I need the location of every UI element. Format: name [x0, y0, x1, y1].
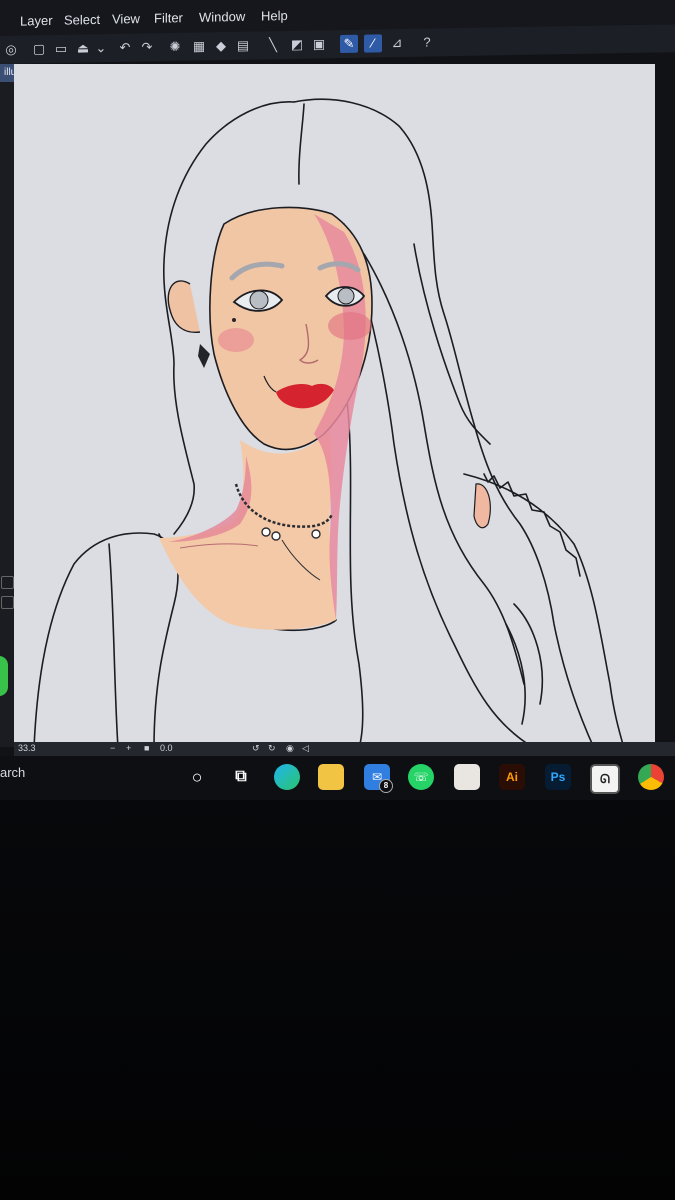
- monitor-bezel-below: [0, 800, 675, 1200]
- photoshop-icon[interactable]: Ps: [545, 764, 571, 790]
- help-icon[interactable]: ?: [418, 33, 436, 51]
- menu-select[interactable]: Select: [64, 12, 100, 28]
- menu-view[interactable]: View: [112, 11, 140, 27]
- cortana-icon[interactable]: ○: [184, 764, 210, 790]
- canvas-status-bar: 33.3 − + ■ 0.0 ↺ ↻ ◉ ◁: [14, 742, 675, 756]
- chevron-down-icon[interactable]: ⌄: [92, 39, 110, 57]
- microsoft-store-icon[interactable]: [454, 764, 480, 790]
- redo-icon[interactable]: ↷: [138, 38, 156, 56]
- right-cheek-blush: [328, 312, 372, 340]
- fit-icon[interactable]: ■: [144, 743, 149, 753]
- zoom-value[interactable]: 33.3: [18, 743, 36, 753]
- flip-icon[interactable]: ◁: [302, 743, 309, 754]
- left-tool-strip: [0, 82, 14, 747]
- sweater-outline: [33, 532, 179, 748]
- app-logo-icon[interactable]: ◎: [2, 41, 20, 59]
- shoulder-skin: [473, 483, 491, 529]
- left-cheek-blush: [218, 328, 254, 352]
- whatsapp-icon[interactable]: ☏: [408, 764, 434, 790]
- zoom-in-icon[interactable]: +: [126, 743, 131, 753]
- ear: [167, 280, 201, 333]
- chrome-icon[interactable]: [638, 764, 664, 790]
- beauty-mark: [232, 318, 236, 322]
- stabilizer-icon[interactable]: ⊿: [388, 34, 406, 52]
- save-icon[interactable]: ⏏: [74, 39, 92, 57]
- hair-part-line: [298, 103, 305, 185]
- mail-badge: 8: [379, 779, 393, 793]
- illustrator-label: Ai: [506, 770, 518, 784]
- clip-studio-icon[interactable]: ᘏ: [590, 764, 620, 794]
- mail-icon[interactable]: ✉ 8: [364, 764, 393, 793]
- task-view-icon[interactable]: ⧉: [228, 764, 254, 790]
- frame-icon[interactable]: ▣: [310, 35, 328, 53]
- earring: [198, 344, 210, 368]
- right-iris: [337, 287, 355, 305]
- windows-taskbar: arch ○ ⧉ ✉ 8 ☏ Ai Ps ᘏ: [0, 756, 675, 800]
- open-folder-icon[interactable]: ▭: [52, 40, 70, 58]
- reset-rotation-icon[interactable]: ◉: [286, 743, 294, 754]
- transform-icon[interactable]: ▦: [190, 37, 208, 55]
- zoom-out-icon[interactable]: −: [110, 743, 115, 753]
- illustrator-icon[interactable]: Ai: [499, 764, 525, 790]
- loading-icon[interactable]: ✺: [166, 38, 184, 56]
- search-icon[interactable]: [1, 576, 14, 589]
- photoshop-label: Ps: [550, 770, 566, 784]
- ruler-icon[interactable]: ╲: [264, 36, 282, 54]
- artwork-canvas[interactable]: [14, 64, 655, 748]
- neck-skin: [159, 430, 336, 630]
- hair-strand: [363, 253, 525, 685]
- edge-icon[interactable]: [274, 764, 300, 790]
- color-indicator[interactable]: [0, 656, 8, 696]
- selection-icon[interactable]: ▤: [234, 37, 252, 55]
- sweater-sleeve-left: [108, 543, 119, 748]
- rotate-left-icon[interactable]: ↺: [252, 743, 260, 754]
- menu-help[interactable]: Help: [261, 8, 288, 24]
- chevron-down-icon[interactable]: [1, 596, 14, 609]
- menu-layer[interactable]: Layer: [20, 13, 53, 29]
- menu-filter[interactable]: Filter: [154, 10, 183, 26]
- rotate-right-icon[interactable]: ↻: [268, 743, 276, 754]
- monitor-screen: Layer Select View Filter Window Help ◎ ▢…: [0, 0, 675, 800]
- menu-window[interactable]: Window: [199, 9, 245, 25]
- brush-mode-icon[interactable]: ∕: [364, 34, 382, 53]
- rotation-value[interactable]: 0.0: [160, 743, 173, 753]
- fill-icon[interactable]: ◆: [212, 37, 230, 55]
- undo-icon[interactable]: ↶: [116, 39, 134, 57]
- taskbar-search[interactable]: arch: [0, 765, 25, 780]
- left-iris: [249, 290, 269, 310]
- ruler-snap-icon[interactable]: ◩: [288, 36, 306, 54]
- new-file-icon[interactable]: ▢: [30, 40, 48, 58]
- file-explorer-icon[interactable]: [318, 764, 344, 790]
- pen-mode-icon[interactable]: ✎: [340, 34, 358, 54]
